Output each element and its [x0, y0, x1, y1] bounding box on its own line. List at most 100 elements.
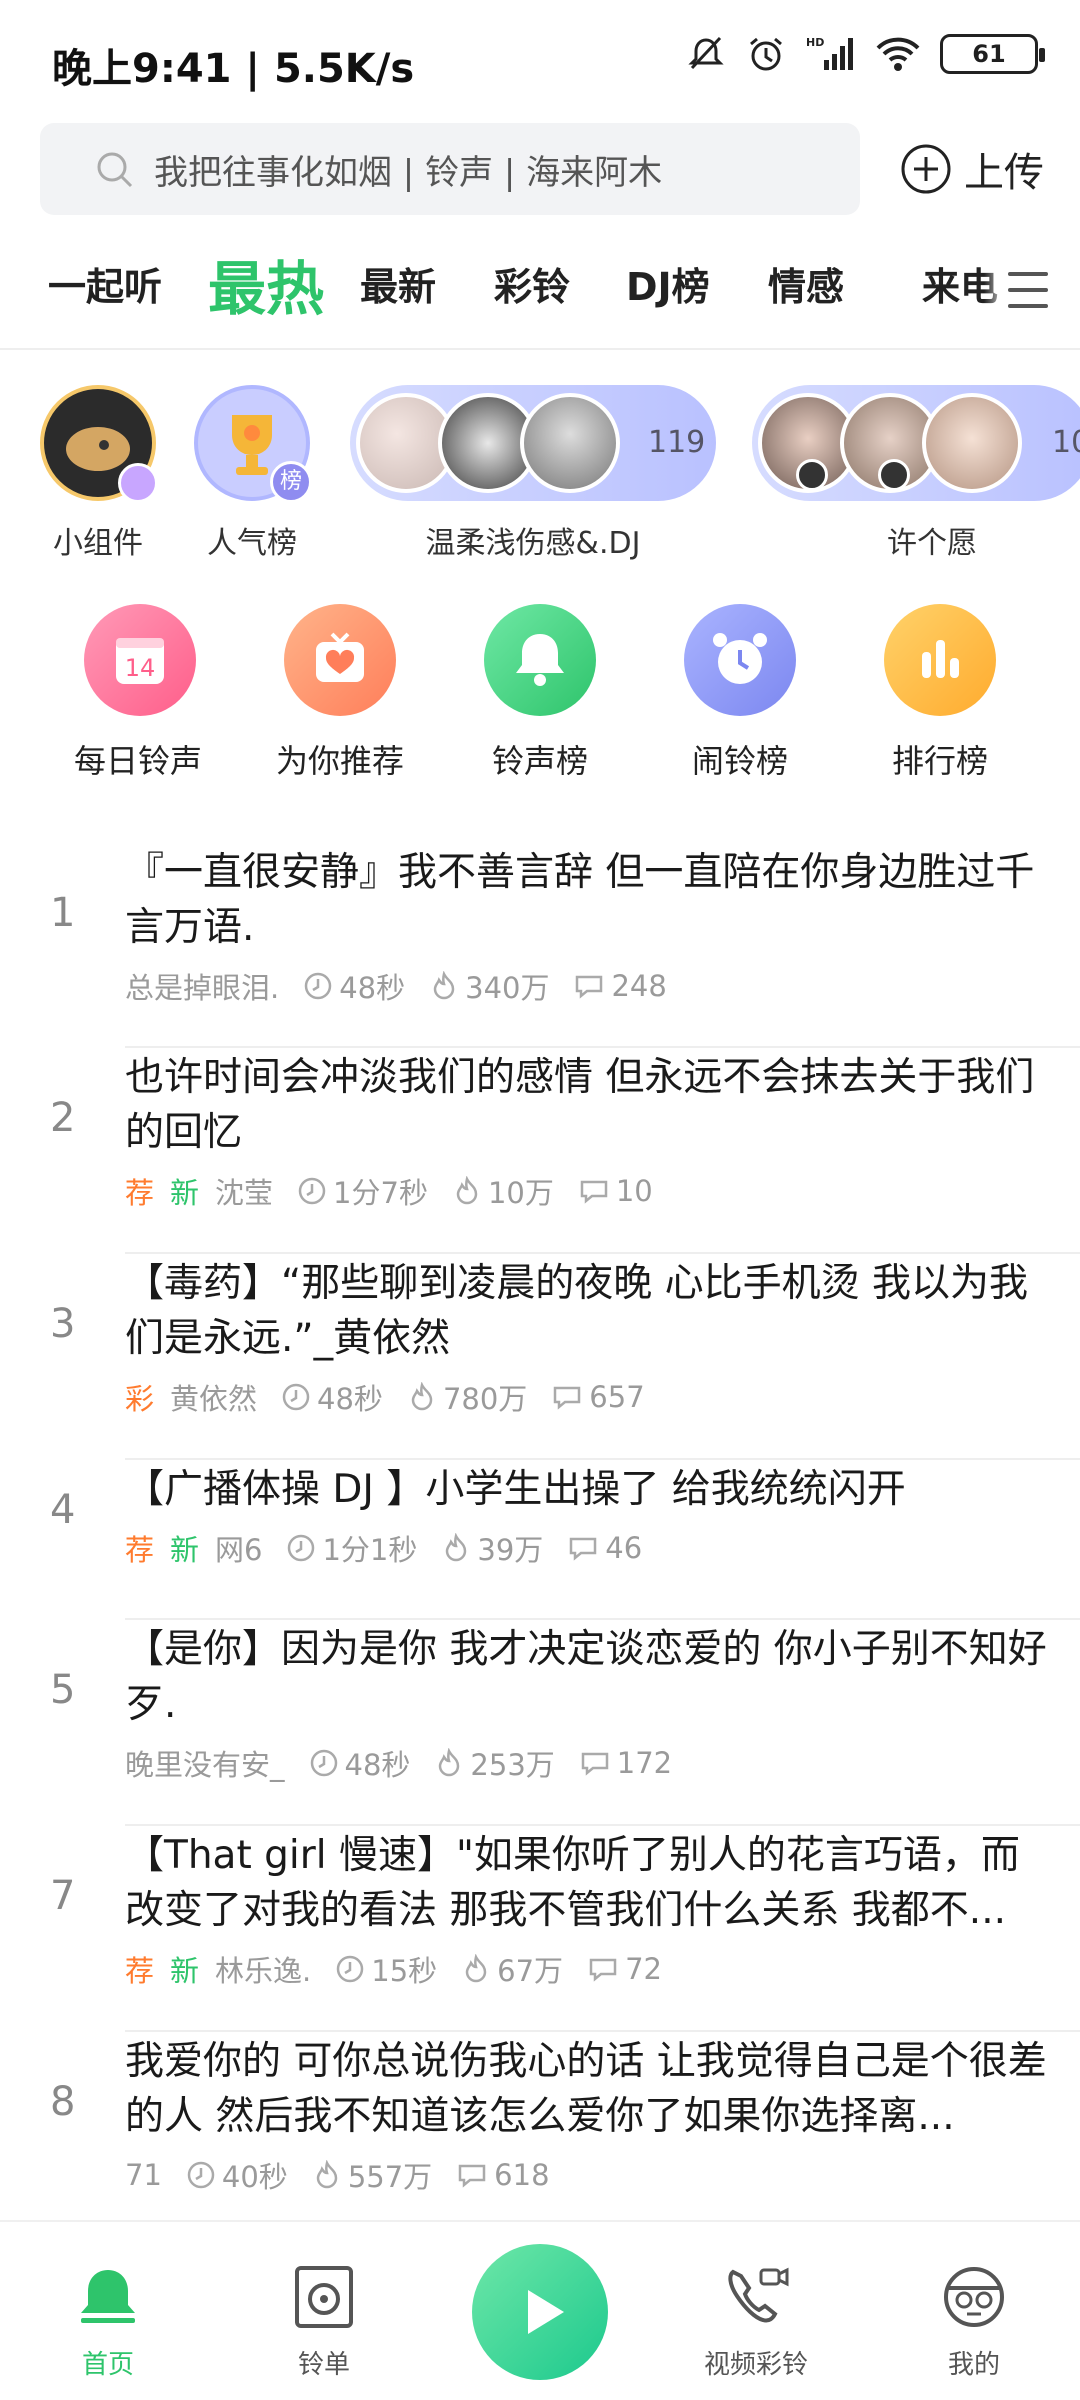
nav-playlist-label: 铃单 — [297, 2350, 350, 2380]
song-plays: 780万 — [442, 1382, 528, 1416]
upload-button[interactable]: 上传 — [900, 138, 1044, 200]
alarm-chart-label: 闹铃榜 — [691, 742, 788, 780]
duration-icon — [310, 1749, 337, 1777]
song-tag: 新 — [170, 1954, 200, 1988]
song-title: 【毒药】“那些聊到凌晨的夜晚 心比手机烫 我以为我们是永远.”_黄依然 — [125, 1261, 1028, 1361]
song-author[interactable]: 林乐逸. — [215, 1948, 311, 1990]
song-rank: 1 — [50, 890, 76, 936]
song-author[interactable]: 沈莹 — [215, 1170, 273, 1212]
song-duration: 48秒 — [317, 1382, 383, 1416]
ringtone-chart-button[interactable] — [484, 604, 596, 716]
song-rank: 2 — [50, 1095, 76, 1141]
song-duration: 48秒 — [339, 971, 406, 1005]
divider — [125, 1458, 1080, 1460]
group-card-2[interactable]: 10 — [752, 385, 1080, 501]
song-plays: 340万 — [465, 971, 550, 1005]
popular-chart-avatar[interactable]: 榜 — [194, 385, 312, 503]
group-label-2: 许个愿 — [887, 526, 977, 561]
popular-label: 人气榜 — [207, 526, 297, 561]
divider — [125, 1252, 1080, 1254]
tab-menu-icon[interactable] — [984, 260, 1048, 320]
widget-avatar[interactable] — [40, 385, 158, 503]
nav-video-label: 视频彩铃 — [703, 2350, 808, 2380]
nav-home[interactable]: 首页 — [38, 2262, 178, 2381]
heart-radio-icon — [316, 632, 364, 682]
svg-text:HD: HD — [806, 36, 824, 49]
song-author[interactable]: 网6 — [215, 1527, 262, 1569]
song-author[interactable]: 晚里没有安_ — [125, 1742, 285, 1784]
alarm-chart-button[interactable] — [684, 604, 796, 716]
song-comments: 72 — [625, 1952, 662, 1986]
group-card-1[interactable]: 119 — [350, 385, 716, 501]
comment-icon — [576, 975, 603, 999]
battery-icon: 61 — [940, 34, 1045, 74]
calendar-icon: 14 — [116, 638, 164, 684]
hot-icon — [439, 1748, 460, 1777]
divider — [125, 1618, 1080, 1620]
profile-face-icon — [944, 2267, 1004, 2327]
song-rank: 3 — [50, 1301, 76, 1347]
song-tag: 荐 — [125, 1176, 155, 1210]
hot-icon — [433, 971, 455, 1000]
song-comments: 172 — [616, 1746, 673, 1780]
ranking-button[interactable] — [884, 604, 996, 716]
nav-home-label: 首页 — [81, 2350, 134, 2380]
upload-label: 上传 — [964, 150, 1044, 196]
daily-ringtone-label: 每日铃声 — [73, 742, 202, 780]
svg-text:14: 14 — [125, 654, 156, 682]
song-tag: 荐 — [125, 1533, 155, 1567]
song-meta: 71 40秒 557万 618 — [125, 2154, 574, 2196]
song-comments: 657 — [589, 1380, 645, 1414]
song-title: 【That girl 慢速】"如果你听了别人的花言巧语，而改变了对我的看法 那我… — [125, 1833, 1020, 1933]
alarm-icon — [750, 37, 782, 71]
song-tag: 新 — [170, 1176, 200, 1210]
song-author[interactable]: 71 — [125, 2158, 162, 2192]
hot-icon — [446, 1533, 467, 1562]
hot-icon — [465, 1954, 487, 1983]
song-author[interactable]: 总是掉眼泪. — [125, 965, 279, 1007]
song-comments: 10 — [615, 1174, 653, 1208]
song-meta: 总是掉眼泪. 48秒 340万 248 — [125, 965, 691, 1007]
song-title: 也许时间会冲淡我们的感情 但永远不会抹去关于我们的回忆 — [125, 1055, 1035, 1155]
signal-icon: HD — [806, 36, 853, 70]
comment-icon — [458, 2164, 486, 2188]
duration-icon — [337, 1955, 364, 1983]
group-label-1: 温柔浅伤感&.DJ — [425, 526, 641, 561]
group-count: 119 — [648, 425, 706, 460]
play-button[interactable] — [472, 2244, 608, 2380]
daily-ringtone-button[interactable]: 14 — [84, 604, 196, 716]
nav-playlist[interactable]: 铃单 — [254, 2262, 394, 2381]
home-bell-icon — [81, 2270, 135, 2323]
song-duration: 15秒 — [371, 1954, 438, 1988]
ranking-label: 排行榜 — [891, 742, 988, 780]
tab-newest[interactable]: 最新 — [360, 256, 436, 311]
hot-icon — [411, 1382, 433, 1411]
recommend-button[interactable] — [284, 604, 396, 716]
search-input[interactable]: 我把往事化如烟 | 铃声 | 海来阿木 — [40, 123, 860, 215]
category-tabs: 一起听 最热 最新 彩铃 DJ榜 情感 来电 — [0, 230, 1080, 350]
duration-icon — [187, 2161, 215, 2189]
duration-icon — [304, 972, 332, 1000]
alarm-clock-icon — [713, 633, 767, 684]
tab-emotion[interactable]: 情感 — [768, 256, 844, 311]
tab-hottest[interactable]: 最热 — [208, 242, 324, 326]
song-author[interactable]: 黄依然 — [170, 1376, 257, 1418]
divider — [125, 1824, 1080, 1826]
mic-icon — [796, 459, 828, 491]
divider — [125, 1046, 1080, 1048]
tab-dj[interactable]: DJ榜 — [626, 256, 710, 311]
search-placeholder: 我把往事化如烟 | 铃声 | 海来阿木 — [154, 152, 663, 193]
duration-icon — [298, 1177, 326, 1205]
status-bar: 晚上9:41 | 5.5K/s HD 61 — [0, 0, 1080, 120]
nav-mine-label: 我的 — [947, 2350, 1000, 2380]
nav-mine[interactable]: 我的 — [904, 2262, 1044, 2381]
nav-video-ringtone[interactable]: 视频彩铃 — [686, 2262, 826, 2381]
bar-chart-icon — [922, 640, 959, 678]
song-comments: 46 — [605, 1531, 643, 1565]
song-rank: 7 — [50, 1873, 76, 1919]
tab-together[interactable]: 一起听 — [48, 256, 162, 311]
song-comments: 248 — [611, 969, 667, 1003]
tab-color-ring[interactable]: 彩铃 — [494, 256, 570, 311]
song-tag: 彩 — [125, 1382, 155, 1416]
comment-icon — [570, 1537, 597, 1561]
